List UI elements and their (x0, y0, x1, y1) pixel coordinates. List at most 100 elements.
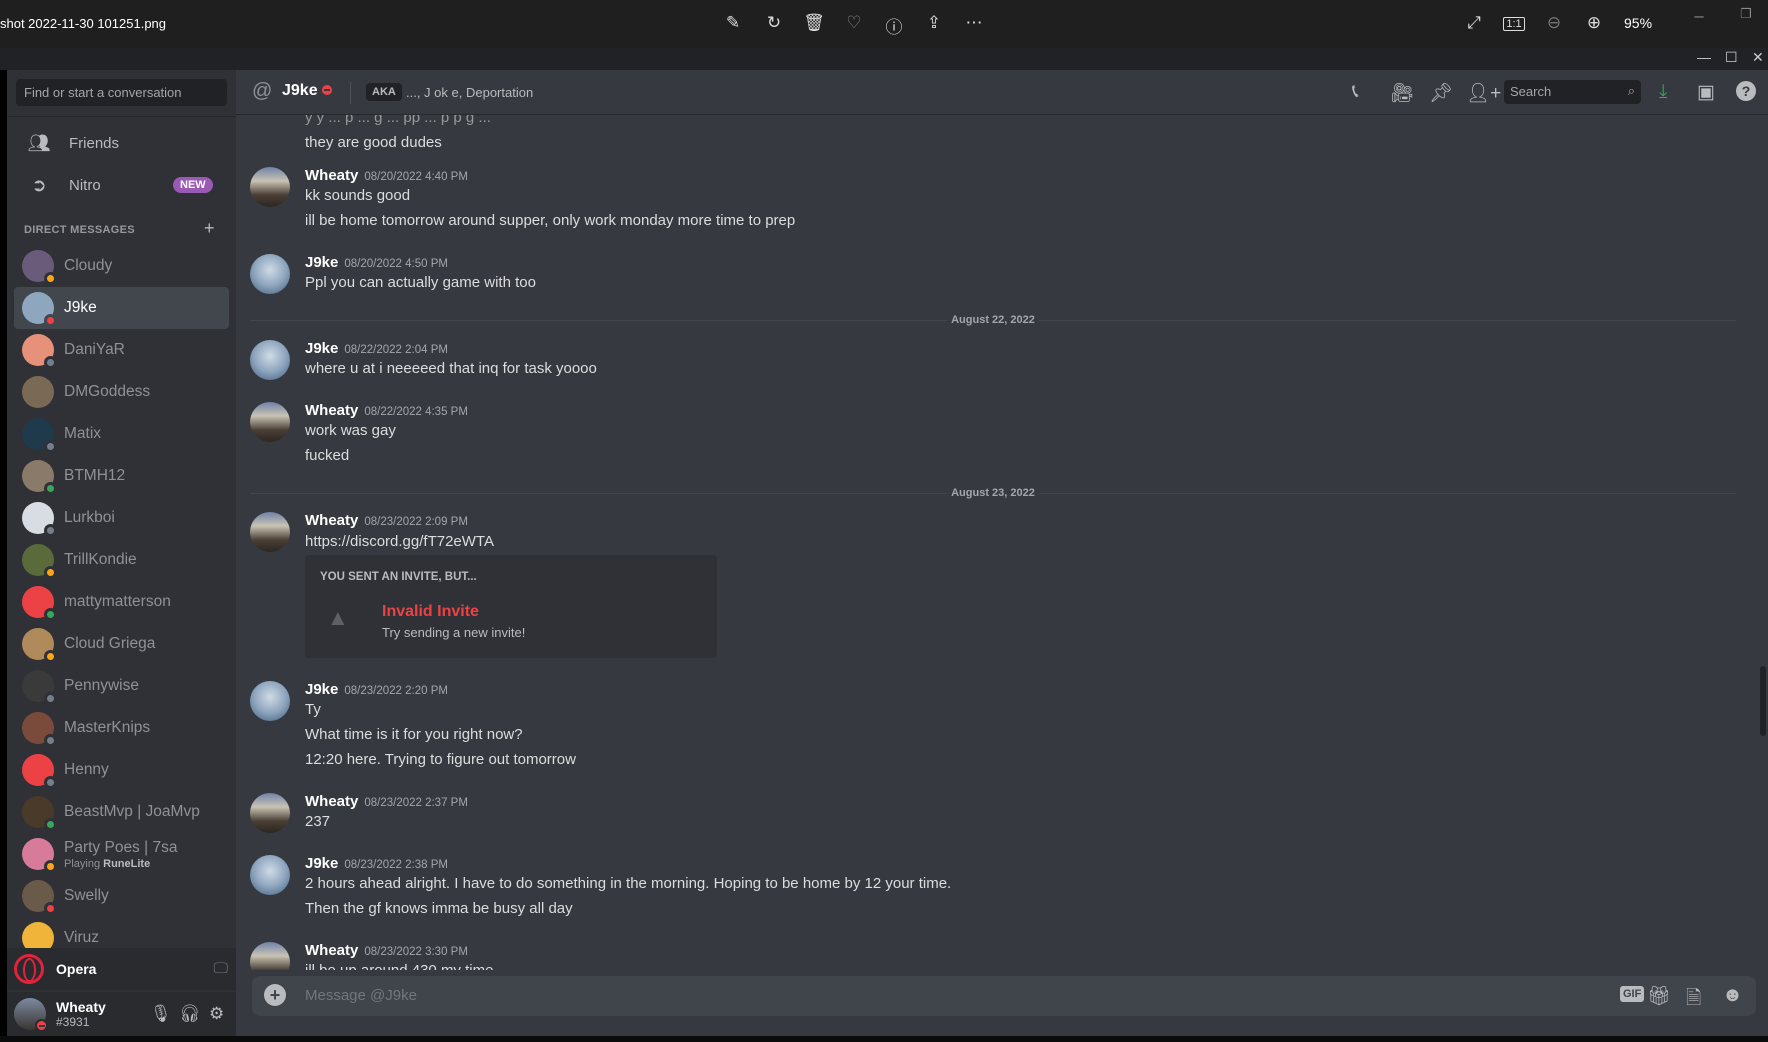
avatar[interactable] (250, 167, 290, 207)
embed-title: Invalid Invite (382, 603, 479, 620)
avatar[interactable] (250, 793, 290, 833)
dm-name: Cloud Griega (64, 635, 156, 652)
author-name[interactable]: J9ke (305, 254, 338, 271)
opera-activity[interactable]: Opera 🖵 (7, 948, 236, 990)
restore-icon[interactable]: ❐ (1735, 6, 1757, 22)
nav-friends[interactable]: 👥︎ Friends (15, 123, 228, 163)
dm-item[interactable]: DaniYaR (14, 329, 229, 371)
settings-gear-icon[interactable]: ⚙ (209, 1004, 224, 1024)
search-icon: ⌕ (1627, 83, 1635, 98)
aka-names[interactable]: ..., J ok e, Deportation (406, 85, 533, 100)
help-icon[interactable]: ? (1736, 81, 1756, 101)
window-close-button[interactable]: ✕ (1752, 49, 1764, 66)
author-name[interactable]: Wheaty (305, 167, 358, 184)
avatar[interactable] (250, 855, 290, 895)
more-icon[interactable]: ⋯ (963, 13, 985, 33)
author-name[interactable]: J9ke (305, 681, 338, 698)
minimize-icon[interactable]: – (1688, 6, 1710, 26)
avatar[interactable] (250, 512, 290, 552)
dm-item[interactable]: BeastMvp | JoaMvp (14, 791, 229, 833)
window-minimize-button[interactable]: — (1697, 49, 1711, 65)
offline-status-icon (44, 440, 57, 453)
new-badge: NEW (173, 177, 213, 193)
gift-icon[interactable]: 🎁︎ (1647, 984, 1671, 1008)
nitro-label: Nitro (69, 176, 101, 194)
dm-item[interactable]: Lurkboi (14, 497, 229, 539)
author-name[interactable]: J9ke (305, 855, 338, 872)
author-name[interactable]: Wheaty (305, 793, 358, 810)
avatar (22, 628, 57, 663)
inbox-icon[interactable]: ▣ (1697, 81, 1715, 104)
microphone-icon[interactable]: 🎙︎ (150, 1004, 172, 1024)
author-name[interactable]: Wheaty (305, 942, 358, 959)
dm-item[interactable]: Cloudy (14, 245, 229, 287)
dm-item[interactable]: Henny (14, 749, 229, 791)
dm-text: Pennywise (64, 677, 139, 695)
dm-item[interactable]: TrillKondie (14, 539, 229, 581)
invalid-invite-icon: ▲ (327, 605, 349, 630)
dm-text: Viruz (64, 929, 99, 947)
gif-button[interactable]: GIF (1620, 986, 1645, 1002)
emoji-icon[interactable]: ☻ (1722, 984, 1743, 1007)
search-input[interactable]: Search ⌕ (1504, 80, 1641, 104)
dm-item[interactable]: mattymatterson (14, 581, 229, 623)
create-dm-plus-icon[interactable]: + (204, 218, 215, 239)
user-avatar[interactable] (14, 998, 48, 1032)
sticker-icon[interactable]: 🗎 (1686, 984, 1701, 1016)
dm-item[interactable]: Pennywise (14, 665, 229, 707)
share-icon[interactable]: ⇪ (923, 13, 945, 33)
avatar (22, 292, 57, 327)
message-composer[interactable]: + Message @J9ke 🎁︎ GIF 🗎 ☻ (252, 976, 1756, 1016)
author-name[interactable]: J9ke (305, 340, 338, 357)
date-divider: August 23, 2022 (250, 487, 1736, 499)
scrollbar[interactable] (1760, 666, 1766, 736)
edit-image-icon[interactable]: ✎ (722, 13, 744, 33)
find-conversation-input[interactable]: Find or start a conversation (16, 79, 227, 106)
message-input[interactable]: Message @J9ke (305, 987, 417, 1004)
download-icon[interactable]: ⤓ (1659, 81, 1667, 103)
voice-call-icon[interactable]: 📞︎ (1352, 81, 1359, 103)
avatar[interactable] (250, 402, 290, 442)
fullscreen-icon[interactable]: ⤢ (1463, 13, 1485, 33)
nav-nitro[interactable]: ➲ Nitro NEW (15, 165, 228, 205)
dm-item[interactable]: Swelly (14, 875, 229, 917)
author-name[interactable]: Wheaty (305, 512, 358, 529)
dm-item[interactable]: Cloud Griega (14, 623, 229, 665)
avatar[interactable] (250, 340, 290, 380)
dm-name: Pennywise (64, 677, 139, 694)
window-maximize-button[interactable]: ☐ (1725, 49, 1738, 66)
invite-link[interactable]: https://discord.gg/fT72eWTA (305, 533, 494, 550)
zoom-in-icon[interactable]: ⊕ (1583, 13, 1605, 33)
headphones-icon[interactable]: 🎧︎ (179, 1004, 201, 1024)
dm-item[interactable]: J9ke (14, 287, 229, 329)
zoom-out-icon[interactable]: ⊖ (1543, 13, 1565, 33)
dm-name: BTMH12 (64, 467, 126, 484)
avatar[interactable] (250, 681, 290, 721)
dm-name: Henny (64, 761, 109, 778)
rotate-icon[interactable]: ↻ (763, 13, 785, 33)
info-icon[interactable]: ⓘ (883, 13, 905, 38)
dm-item[interactable]: Matix (14, 413, 229, 455)
dnd-status-icon (35, 1019, 48, 1032)
dm-name: TrillKondie (64, 551, 137, 568)
aka-badge: AKA (366, 83, 402, 101)
dm-item[interactable]: DMGoddess (14, 371, 229, 413)
attach-plus-icon[interactable]: + (264, 984, 286, 1006)
screen-share-icon[interactable]: 🖵 (214, 960, 228, 977)
message-text: What time is it for you right now? (305, 726, 523, 743)
avatar (22, 880, 57, 915)
add-friend-icon[interactable]: 👤︎+ (1466, 81, 1501, 105)
delete-icon[interactable]: 🗑 (803, 13, 825, 33)
message-text: 12:20 here. Trying to figure out tomorro… (305, 751, 576, 768)
dm-item[interactable]: MasterKnips (14, 707, 229, 749)
author-name[interactable]: Wheaty (305, 402, 358, 419)
activity-prefix: Playing (64, 857, 101, 870)
pinned-messages-icon[interactable]: 📌︎ (1429, 81, 1453, 105)
actual-size-icon[interactable]: 1:1 (1503, 17, 1525, 31)
favorite-heart-icon[interactable]: ♡ (843, 13, 865, 33)
dm-item[interactable]: Party Poes | 7sa Playing RuneLite (14, 833, 229, 875)
timestamp: 08/20/2022 4:50 PM (344, 258, 448, 270)
video-call-icon[interactable]: 🎥︎ (1390, 81, 1414, 105)
avatar[interactable] (250, 254, 290, 294)
dm-item[interactable]: BTMH12 (14, 455, 229, 497)
